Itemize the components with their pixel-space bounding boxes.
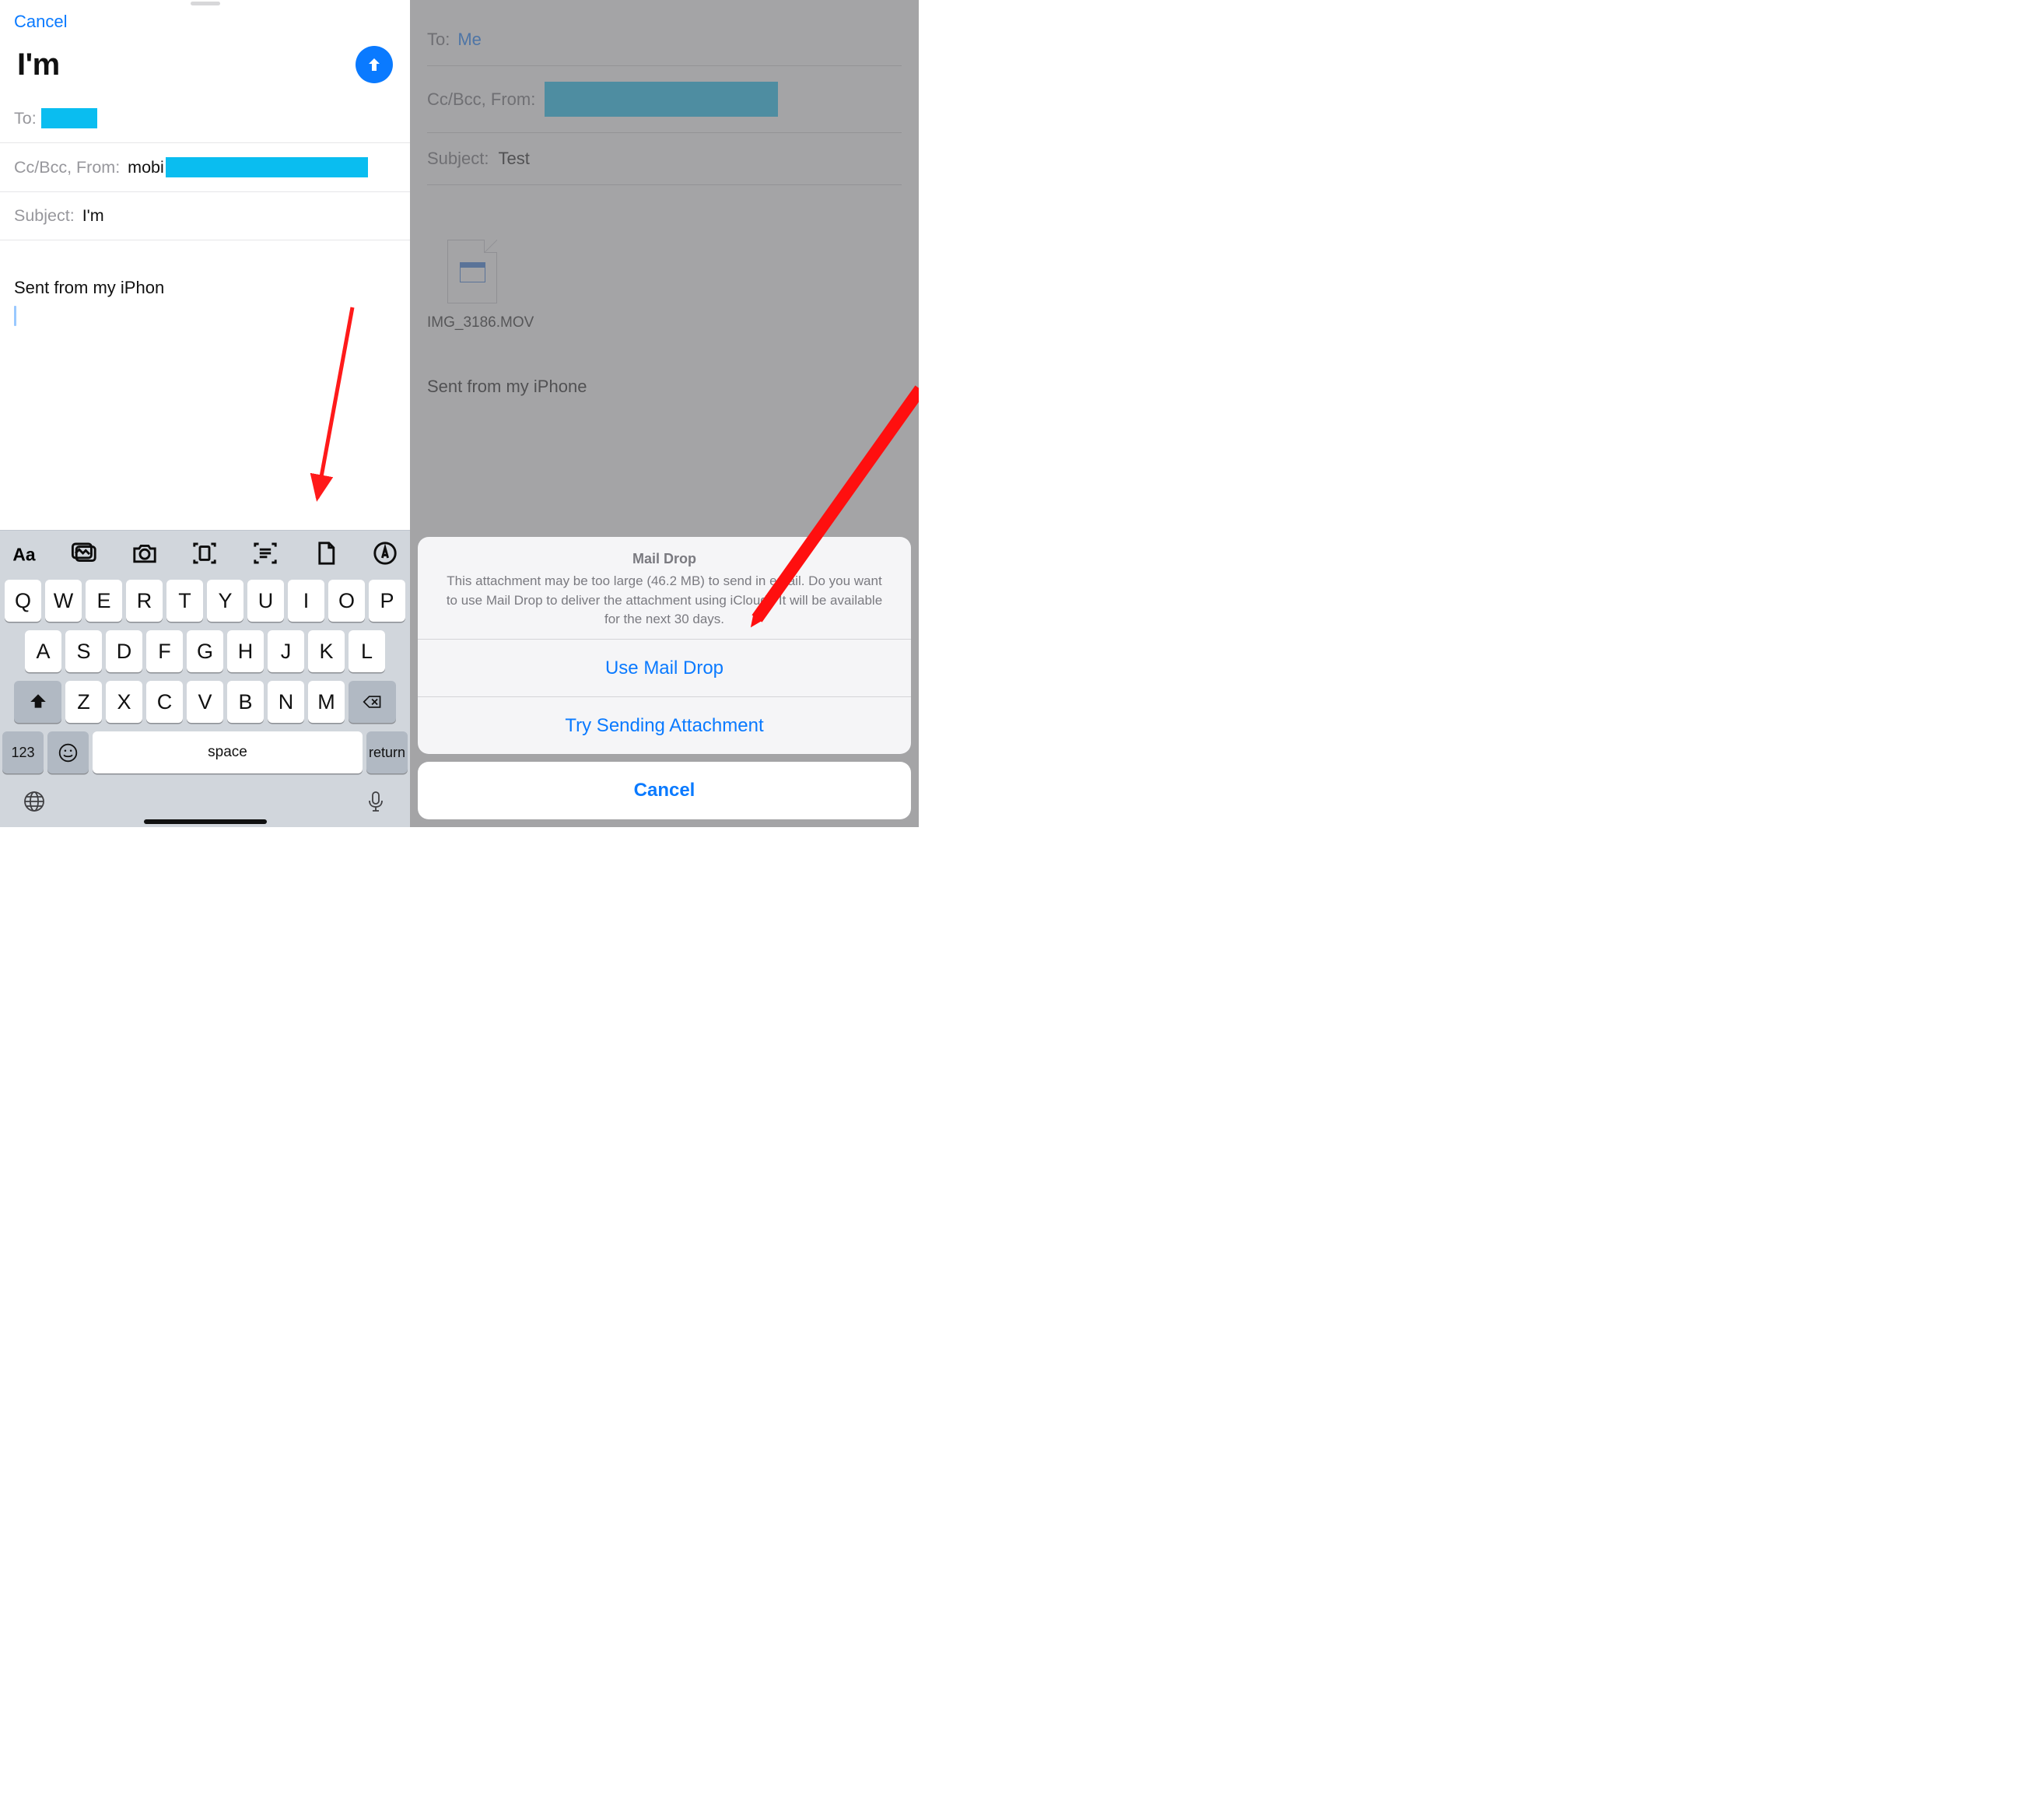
shift-icon (28, 692, 48, 712)
key-v[interactable]: V (187, 681, 223, 723)
key-m[interactable]: M (308, 681, 345, 723)
photo-library-icon[interactable] (71, 539, 99, 567)
space-key[interactable]: space (93, 731, 363, 773)
compose-title: I'm (17, 48, 60, 81)
key-s[interactable]: S (65, 630, 102, 672)
key-g[interactable]: G (187, 630, 223, 672)
key-a[interactable]: A (25, 630, 61, 672)
key-f[interactable]: F (146, 630, 183, 672)
to-row[interactable]: To: (0, 94, 410, 143)
body-textarea[interactable]: Sent from my iPhon (0, 240, 410, 530)
home-indicator[interactable] (144, 819, 267, 824)
keyboard: Q W E R T Y U I O P A S D F G H J K L Z (0, 575, 410, 827)
return-key[interactable]: return (366, 731, 408, 773)
globe-icon (23, 790, 46, 813)
subject-label: Subject: (14, 206, 75, 226)
format-toolbar: Aa (0, 530, 410, 575)
scan-text-icon[interactable] (251, 539, 279, 567)
camera-icon[interactable] (131, 539, 159, 567)
sheet-cancel-button[interactable]: Cancel (418, 762, 911, 819)
svg-text:Aa: Aa (12, 544, 35, 564)
key-p[interactable]: P (369, 580, 405, 622)
sheet-title: Mail Drop (435, 551, 894, 567)
compose-screen: Cancel I'm To: Cc/Bcc, From: mobi Subjec… (0, 0, 410, 827)
key-c[interactable]: C (146, 681, 183, 723)
key-i[interactable]: I (288, 580, 324, 622)
from-value-redacted (166, 157, 368, 177)
number-key[interactable]: 123 (2, 731, 44, 773)
markup-icon[interactable] (371, 539, 399, 567)
cc-from-label: Cc/Bcc, From: (14, 158, 120, 177)
shift-key[interactable] (14, 681, 61, 723)
keyboard-row-1: Q W E R T Y U I O P (2, 580, 408, 622)
delete-key[interactable] (349, 681, 396, 723)
use-mail-drop-button[interactable]: Use Mail Drop (418, 639, 911, 696)
emoji-icon (58, 742, 79, 763)
key-b[interactable]: B (227, 681, 264, 723)
text-cursor (14, 306, 16, 326)
attach-file-icon[interactable] (311, 539, 339, 567)
to-value-redacted (41, 108, 97, 128)
key-y[interactable]: Y (207, 580, 243, 622)
top-area: Cancel I'm (0, 0, 410, 94)
send-button[interactable] (356, 46, 393, 83)
key-u[interactable]: U (247, 580, 284, 622)
sheet-message: This attachment may be too large (46.2 M… (435, 572, 894, 629)
key-h[interactable]: H (227, 630, 264, 672)
arrow-up-icon (365, 55, 384, 74)
try-sending-attachment-button[interactable]: Try Sending Attachment (418, 696, 911, 754)
scan-document-icon[interactable] (191, 539, 219, 567)
action-sheet-header: Mail Drop This attachment may be too lar… (418, 537, 911, 639)
text-format-icon[interactable]: Aa (11, 539, 39, 567)
subject-row[interactable]: Subject: I'm (0, 192, 410, 240)
key-r[interactable]: R (126, 580, 163, 622)
delete-icon (363, 692, 383, 712)
key-k[interactable]: K (308, 630, 345, 672)
action-sheet-panel: Mail Drop This attachment may be too lar… (418, 537, 911, 754)
keyboard-row-2: A S D F G H J K L (2, 630, 408, 672)
cc-from-row[interactable]: Cc/Bcc, From: mobi (0, 143, 410, 192)
key-z[interactable]: Z (65, 681, 102, 723)
key-t[interactable]: T (166, 580, 203, 622)
key-j[interactable]: J (268, 630, 304, 672)
action-sheet: Mail Drop This attachment may be too lar… (418, 537, 911, 819)
subject-value: I'm (82, 206, 104, 226)
to-label: To: (14, 109, 37, 128)
signature-text: Sent from my iPhon (14, 278, 396, 298)
key-x[interactable]: X (106, 681, 142, 723)
keyboard-row-3: Z X C V B N M (2, 681, 408, 723)
cancel-button[interactable]: Cancel (0, 5, 410, 32)
from-value-visible: mobi (128, 158, 164, 177)
key-o[interactable]: O (328, 580, 365, 622)
key-e[interactable]: E (86, 580, 122, 622)
key-l[interactable]: L (349, 630, 385, 672)
keyboard-row-4: 123 space return (2, 731, 408, 773)
key-d[interactable]: D (106, 630, 142, 672)
mail-drop-screen: To: Me Cc/Bcc, From: Subject: Test IMG_3… (410, 0, 919, 827)
emoji-key[interactable] (47, 731, 89, 773)
microphone-icon (364, 790, 387, 813)
dictation-key[interactable] (364, 790, 387, 817)
key-q[interactable]: Q (5, 580, 41, 622)
title-bar: I'm (0, 32, 410, 94)
key-w[interactable]: W (45, 580, 82, 622)
key-n[interactable]: N (268, 681, 304, 723)
globe-key[interactable] (23, 790, 46, 817)
